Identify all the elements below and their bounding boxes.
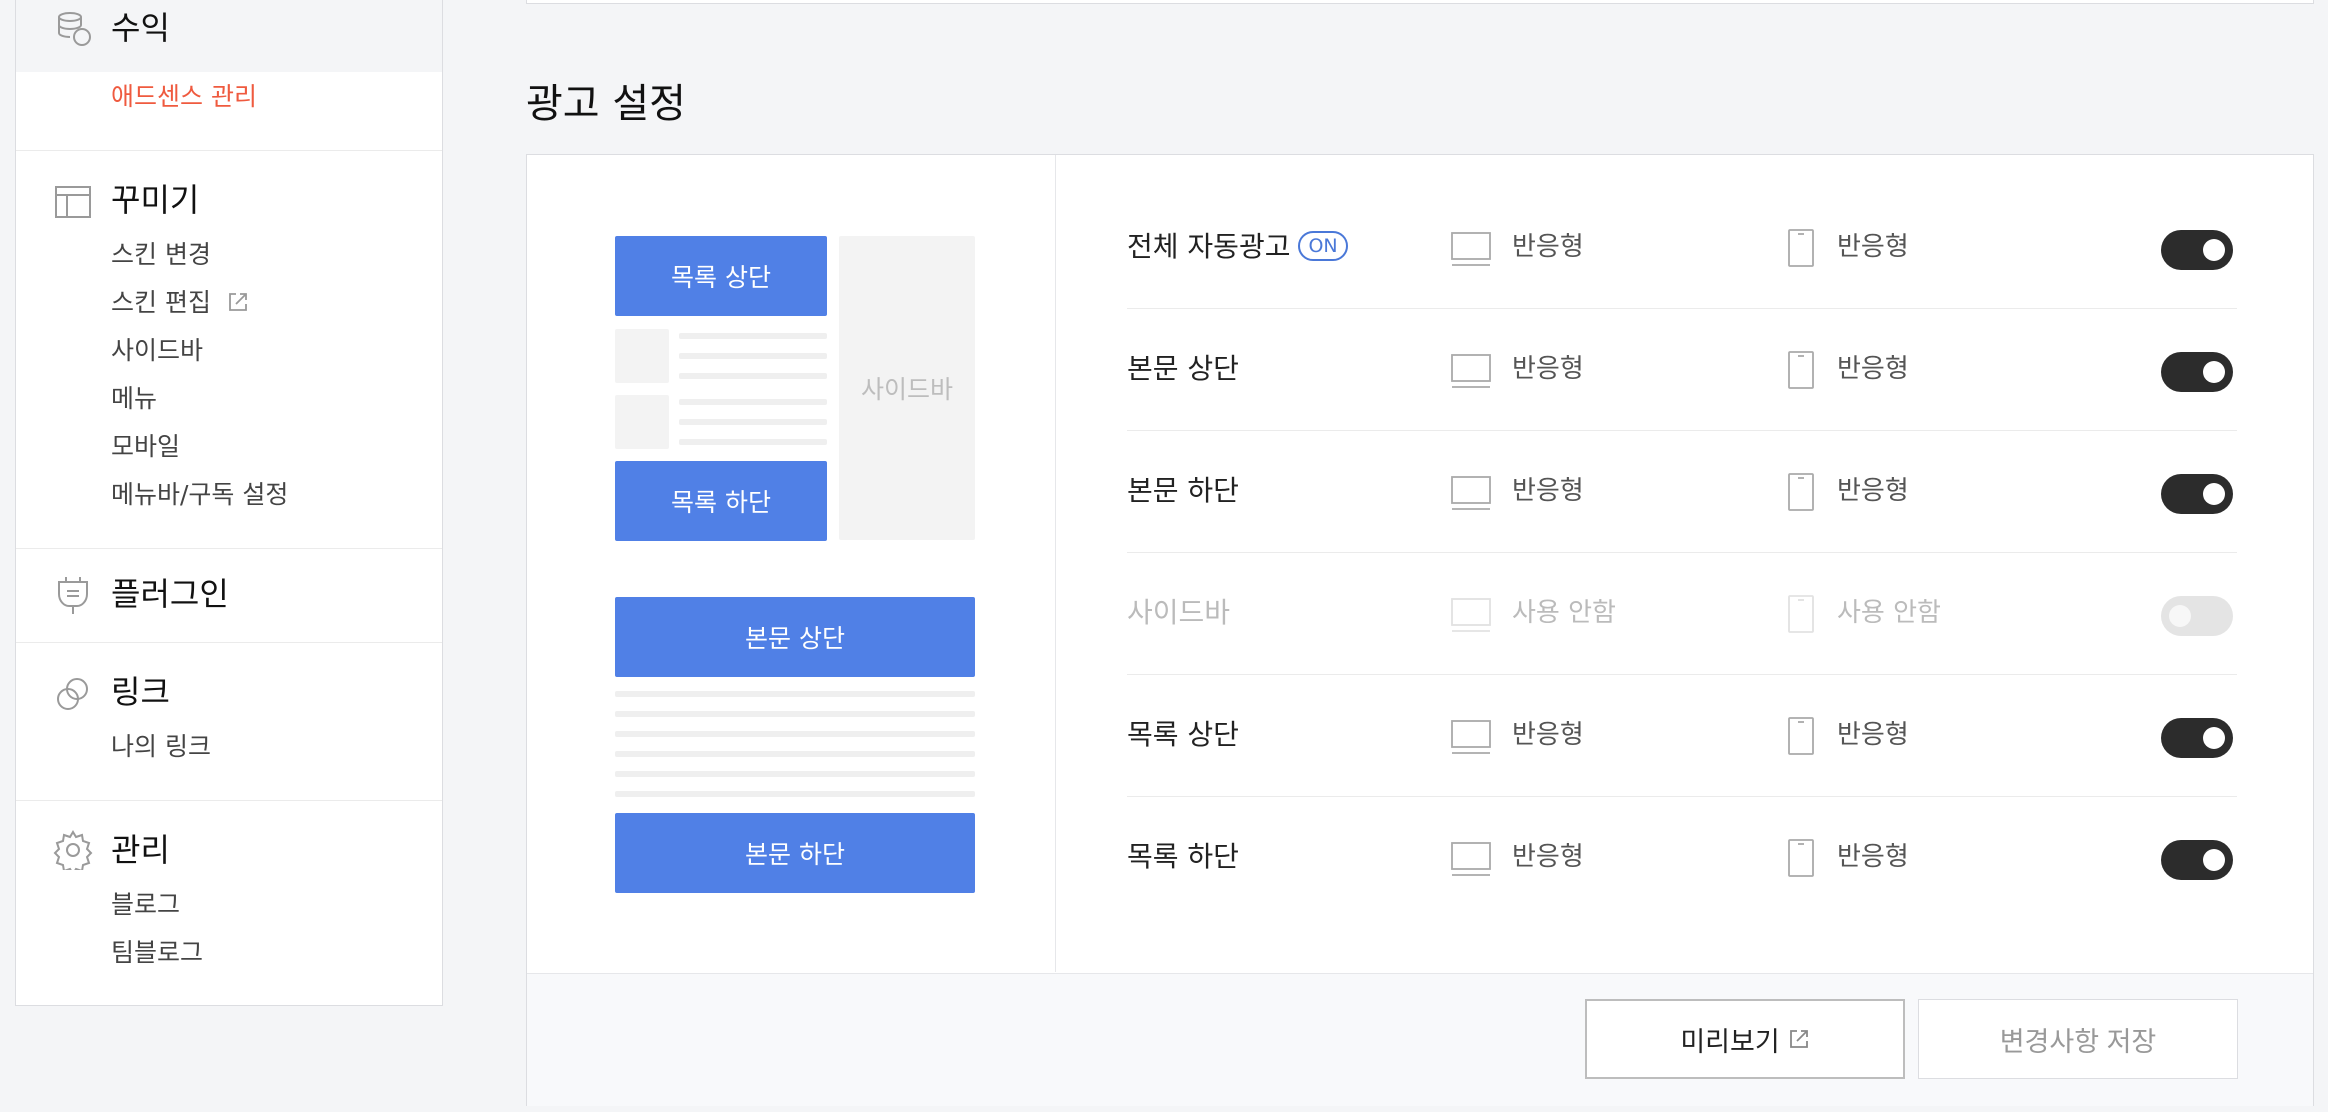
toggle-body-bottom[interactable] bbox=[2161, 474, 2233, 514]
pc-monitor-icon bbox=[1451, 354, 1491, 388]
external-link-icon bbox=[1789, 1030, 1808, 1048]
mobile-phone-icon bbox=[1788, 839, 1814, 877]
save-changes-button[interactable]: 변경사항 저장 bbox=[1918, 999, 2238, 1079]
placeholder-line bbox=[615, 731, 975, 737]
sidebar-title-revenue: 수익 bbox=[111, 9, 170, 47]
sidebar-item-skin-edit[interactable]: 스킨 편집 bbox=[111, 286, 249, 320]
placeholder-line bbox=[679, 373, 827, 379]
placeholder-line bbox=[615, 691, 975, 697]
mobile-phone-icon bbox=[1788, 473, 1814, 511]
pc-ad-type: 사용 안함 bbox=[1512, 598, 1616, 628]
placeholder-line bbox=[615, 791, 975, 797]
ad-settings-card: 목록 상단 사이드바 목록 하단 본문 상단 본문 하단 전체 자동광고 ON 반… bbox=[526, 154, 2314, 1106]
pc-ad-type[interactable]: 반응형 bbox=[1512, 351, 1584, 387]
toggle-auto-ads[interactable] bbox=[2161, 230, 2233, 270]
placeholder-line bbox=[615, 771, 975, 777]
ad-row-list-top: 목록 상단 반응형 반응형 bbox=[1127, 675, 2237, 797]
preview-button-label: 미리보기 bbox=[1680, 1026, 1780, 1057]
pc-monitor-icon bbox=[1451, 720, 1491, 754]
ad-row-label: 본문 하단 bbox=[1127, 474, 1239, 507]
sidebar-section-revenue[interactable]: 수익 bbox=[16, 0, 442, 72]
mobile-phone-icon bbox=[1788, 717, 1814, 755]
sidebar-title-manage[interactable]: 관리 bbox=[111, 830, 170, 870]
divider bbox=[16, 642, 442, 643]
sidebar-item-menu[interactable]: 메뉴 bbox=[111, 382, 157, 416]
toggle-body-top[interactable] bbox=[2161, 352, 2233, 392]
preview-list-top: 목록 상단 bbox=[615, 236, 827, 316]
sidebar-title-link[interactable]: 링크 bbox=[111, 672, 170, 712]
preview-sidebar: 사이드바 bbox=[839, 236, 975, 540]
placeholder-line bbox=[679, 399, 827, 405]
preview-body-top: 본문 상단 bbox=[615, 597, 975, 677]
pc-ad-type[interactable]: 반응형 bbox=[1512, 717, 1584, 753]
divider bbox=[16, 800, 442, 801]
ad-row-sidebar: 사이드바 사용 안함 사용 안함 bbox=[1127, 553, 2237, 675]
placeholder-line bbox=[615, 751, 975, 757]
ad-row-auto: 전체 자동광고 ON 반응형 반응형 bbox=[1127, 187, 2237, 309]
preview-list-bottom: 목록 하단 bbox=[615, 461, 827, 541]
pc-monitor-icon bbox=[1451, 232, 1491, 266]
pc-monitor-icon bbox=[1451, 598, 1491, 632]
pc-ad-type[interactable]: 반응형 bbox=[1512, 229, 1584, 265]
placeholder-line bbox=[615, 711, 975, 717]
mobile-ad-type[interactable]: 반응형 bbox=[1837, 473, 1909, 509]
placeholder-thumb bbox=[615, 329, 669, 383]
sidebar-title-plugin[interactable]: 플러그인 bbox=[111, 574, 229, 614]
plug-icon bbox=[58, 577, 88, 614]
mobile-phone-icon bbox=[1788, 229, 1814, 267]
ad-row-label: 사이드바 bbox=[1127, 596, 1231, 629]
mobile-ad-type[interactable]: 반응형 bbox=[1837, 717, 1909, 753]
sidebar-item-my-link[interactable]: 나의 링크 bbox=[111, 730, 211, 764]
ad-placement-preview: 목록 상단 사이드바 목록 하단 본문 상단 본문 하단 bbox=[527, 155, 1056, 972]
sidebar-title-decorate[interactable]: 꾸미기 bbox=[111, 180, 199, 220]
ad-row-body-top: 본문 상단 반응형 반응형 bbox=[1127, 309, 2237, 431]
link-icon bbox=[57, 678, 88, 710]
sidebar-item-skin-edit-label: 스킨 편집 bbox=[111, 288, 211, 317]
toggle-list-bottom[interactable] bbox=[2161, 840, 2233, 880]
page-title: 광고 설정 bbox=[526, 81, 686, 127]
sidebar-item-mobile[interactable]: 모바일 bbox=[111, 430, 180, 464]
preview-button[interactable]: 미리보기 bbox=[1585, 999, 1905, 1079]
placeholder-line bbox=[679, 439, 827, 445]
mobile-phone-icon bbox=[1788, 595, 1814, 633]
ad-row-label: 본문 상단 bbox=[1127, 352, 1239, 385]
mobile-ad-type[interactable]: 반응형 bbox=[1837, 229, 1909, 265]
sidebar-item-adsense[interactable]: 애드센스 관리 bbox=[111, 80, 257, 114]
preview-body-bottom: 본문 하단 bbox=[615, 813, 975, 893]
ad-row-label: 목록 하단 bbox=[1127, 840, 1239, 873]
mobile-phone-icon bbox=[1788, 351, 1814, 389]
card-footer: 미리보기 변경사항 저장 bbox=[527, 973, 2313, 1106]
divider bbox=[16, 548, 442, 549]
placeholder-line bbox=[679, 333, 827, 339]
placeholder-line bbox=[679, 419, 827, 425]
toggle-sidebar[interactable] bbox=[2161, 596, 2233, 636]
sidebar-item-blog[interactable]: 블로그 bbox=[111, 888, 180, 922]
ad-row-list-bottom: 목록 하단 반응형 반응형 bbox=[1127, 797, 2237, 919]
coins-icon bbox=[58, 12, 91, 46]
gear-icon bbox=[53, 830, 93, 870]
pc-monitor-icon bbox=[1451, 842, 1491, 876]
mobile-ad-type[interactable]: 반응형 bbox=[1837, 351, 1909, 387]
mobile-ad-type[interactable]: 반응형 bbox=[1837, 839, 1909, 875]
previous-card bbox=[526, 0, 2314, 4]
sidebar-item-menubar-subscribe[interactable]: 메뉴바/구독 설정 bbox=[111, 478, 288, 512]
placeholder-thumb bbox=[615, 395, 669, 449]
pc-ad-type[interactable]: 반응형 bbox=[1512, 473, 1584, 509]
sidebar-nav: 수익 애드센스 관리 꾸미기 스킨 변경 스킨 편집 사이드바 메뉴 모바일 메… bbox=[15, 0, 443, 1006]
layout-icon bbox=[55, 186, 91, 218]
sidebar-item-skin-change[interactable]: 스킨 변경 bbox=[111, 238, 211, 272]
toggle-list-top[interactable] bbox=[2161, 718, 2233, 758]
divider bbox=[16, 150, 442, 151]
ad-row-body-bottom: 본문 하단 반응형 반응형 bbox=[1127, 431, 2237, 553]
placeholder-line bbox=[679, 353, 827, 359]
sidebar-item-team-blog[interactable]: 팀블로그 bbox=[111, 936, 203, 970]
pc-ad-type[interactable]: 반응형 bbox=[1512, 839, 1584, 875]
sidebar-item-sidebar[interactable]: 사이드바 bbox=[111, 334, 203, 368]
ad-row-label: 목록 상단 bbox=[1127, 718, 1239, 751]
mobile-ad-type: 사용 안함 bbox=[1837, 598, 1941, 628]
on-badge: ON bbox=[1298, 231, 1348, 261]
ad-row-label: 전체 자동광고 ON bbox=[1127, 227, 1348, 267]
external-link-icon bbox=[229, 293, 247, 311]
pc-monitor-icon bbox=[1451, 476, 1491, 510]
